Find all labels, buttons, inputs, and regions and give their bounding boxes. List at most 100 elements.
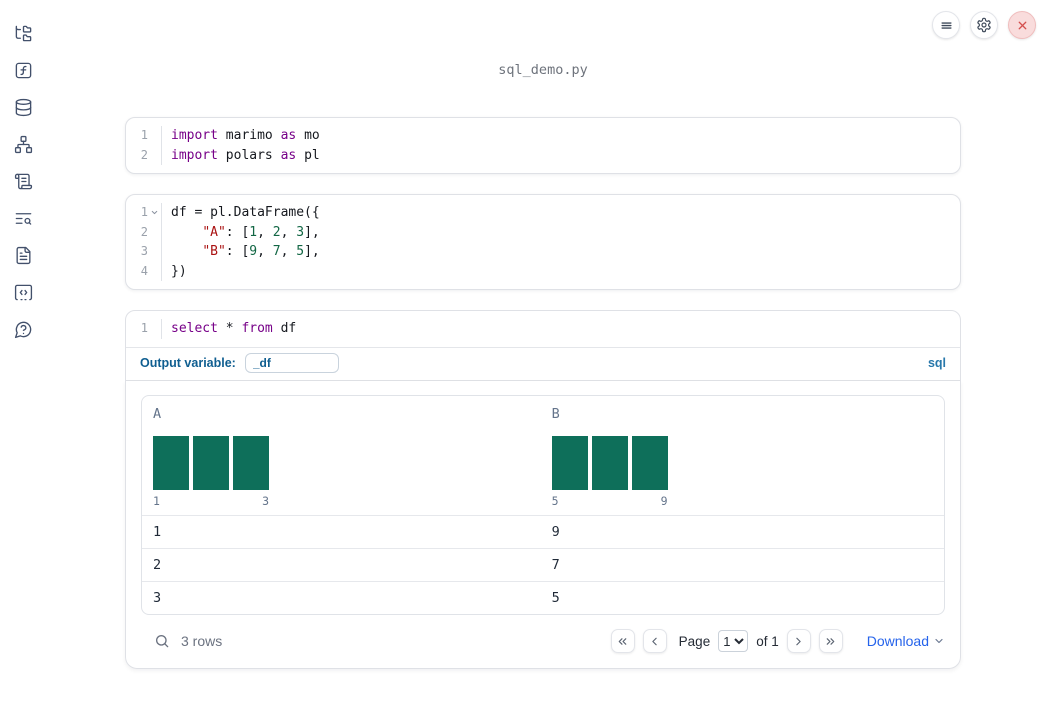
- sidebar-item-dependency-graph[interactable]: [13, 134, 33, 154]
- pagination: Page 1 of 1 Download: [610, 629, 945, 653]
- code-square-icon: [14, 284, 32, 300]
- chevron-left-icon: [652, 637, 657, 645]
- table-body: 192735: [142, 514, 944, 614]
- gutter: [148, 222, 162, 242]
- table-cell: 1: [153, 523, 162, 540]
- code-line: "A": [1, 2, 3],: [202, 224, 320, 240]
- gutter: [148, 203, 162, 223]
- table-cell: 2: [153, 556, 162, 573]
- fold-chevron-icon[interactable]: [150, 208, 159, 217]
- sidebar-item-help[interactable]: [13, 319, 33, 339]
- chevrons-right-icon: [826, 637, 835, 645]
- histogram-bar: [591, 435, 628, 490]
- gear-icon: [977, 17, 991, 33]
- line-number: 1: [140, 321, 148, 335]
- code-line: }): [171, 263, 187, 279]
- last-page-button[interactable]: [818, 629, 843, 653]
- gutter: [148, 145, 162, 165]
- download-label: Download: [866, 633, 929, 649]
- database-icon: [15, 98, 31, 116]
- code-editor[interactable]: 1 df = pl.DataFrame({ 2 "A": [1, 2, 3], 3 "…: [126, 195, 960, 289]
- notebook-filename[interactable]: sql_demo.py: [125, 62, 961, 78]
- output-variable-label: Output variable:: [140, 355, 236, 370]
- gutter: [148, 242, 162, 262]
- table-column-header: A 13: [142, 406, 541, 515]
- table-column-header: B 59: [541, 406, 944, 515]
- code-line: "B": [9, 7, 5],: [202, 244, 320, 259]
- row-count-label: 3 rows: [181, 633, 223, 649]
- first-page-button[interactable]: [610, 629, 635, 653]
- column-name[interactable]: B: [552, 406, 944, 422]
- sql-cell: 1 select * from df Output variable: sql: [125, 310, 961, 381]
- table-row[interactable]: 19: [142, 514, 944, 548]
- code-editor[interactable]: 1 import marimo as mo 2 import polars as pl: [126, 118, 960, 173]
- table-footer: 3 rows Page 1 of 1 Download: [141, 615, 945, 668]
- download-button[interactable]: Download: [867, 633, 945, 649]
- next-page-button[interactable]: [786, 629, 811, 653]
- column-histogram: [153, 435, 541, 490]
- histogram-range-labels: 13: [153, 493, 269, 508]
- chevrons-left-icon: [618, 637, 627, 645]
- settings-button[interactable]: [970, 11, 998, 39]
- column-histogram: [551, 435, 944, 490]
- sidebar-item-documentation[interactable]: [13, 245, 33, 265]
- sidebar-item-variables[interactable]: [13, 60, 33, 80]
- line-number: 2: [140, 224, 148, 239]
- help-bubble-icon: [14, 321, 31, 338]
- table-header: A 13 B 59: [142, 396, 944, 515]
- data-table: A13B59 192735: [141, 394, 945, 615]
- chevron-down-icon: [935, 638, 943, 644]
- chevron-right-icon: [796, 637, 801, 645]
- sidebar-item-data-sources[interactable]: [13, 97, 33, 117]
- table-row[interactable]: 35: [142, 580, 944, 614]
- histogram-bar: [551, 435, 588, 490]
- search-icon: [156, 635, 169, 648]
- notebook: sql_demo.py 1 import marimo as mo 2 import …: [125, 0, 961, 669]
- function-square-icon: [15, 62, 31, 78]
- histogram-range-labels: 59: [551, 493, 668, 508]
- table-cell: 9: [551, 523, 560, 540]
- previous-page-button[interactable]: [642, 629, 667, 653]
- search-button[interactable]: [152, 631, 172, 651]
- sql-language-badge: sql: [927, 355, 946, 370]
- column-name[interactable]: A: [153, 406, 541, 422]
- table-row[interactable]: 27: [142, 547, 944, 581]
- code-cell-imports: 1 import marimo as mo 2 import polars as pl: [125, 117, 961, 174]
- sql-editor[interactable]: 1 select * from df: [126, 311, 960, 347]
- gutter: [148, 126, 162, 146]
- sidebar-item-snippets[interactable]: [13, 282, 33, 302]
- close-x-icon: [1018, 21, 1026, 29]
- output-variable-input[interactable]: [244, 352, 339, 373]
- line-number: 3: [140, 244, 148, 258]
- code-cell-dataframe: 1 df = pl.DataFrame({ 2 "A": [1, 2, 3], 3 "…: [125, 194, 961, 290]
- shutdown-button[interactable]: [1008, 11, 1036, 39]
- sql-meta-bar: Output variable: sql: [126, 346, 960, 380]
- code-line: select * from df: [171, 321, 297, 336]
- code-line: df = pl.DataFrame({: [171, 205, 320, 220]
- histogram-bar: [233, 435, 269, 490]
- line-number: 1: [140, 205, 148, 219]
- sidebar-item-file-explorer[interactable]: [13, 23, 33, 43]
- histogram-bar: [631, 435, 668, 490]
- histogram-bar: [193, 435, 229, 490]
- list-search-icon: [15, 212, 31, 225]
- sidebar-item-logs[interactable]: [13, 208, 33, 228]
- page-select[interactable]: 1: [718, 630, 749, 652]
- line-number: 4: [140, 263, 148, 278]
- histogram-bar: [153, 435, 189, 490]
- sidebar-item-outline[interactable]: [13, 171, 33, 191]
- scroll-text-icon: [14, 173, 32, 189]
- gutter: [148, 319, 162, 339]
- line-number: 2: [140, 147, 148, 162]
- page-of-label: of 1: [756, 633, 779, 649]
- page-label: Page: [678, 633, 711, 649]
- table-cell: 3: [153, 589, 162, 606]
- code-line: import marimo as mo: [171, 128, 320, 143]
- table-cell: 7: [551, 556, 560, 573]
- gutter: [148, 261, 162, 281]
- line-number: 1: [140, 128, 148, 142]
- file-text-icon: [15, 246, 31, 264]
- code-line: import polars as pl: [171, 147, 320, 163]
- folder-tree-icon: [15, 25, 31, 41]
- sidebar: [0, 0, 46, 339]
